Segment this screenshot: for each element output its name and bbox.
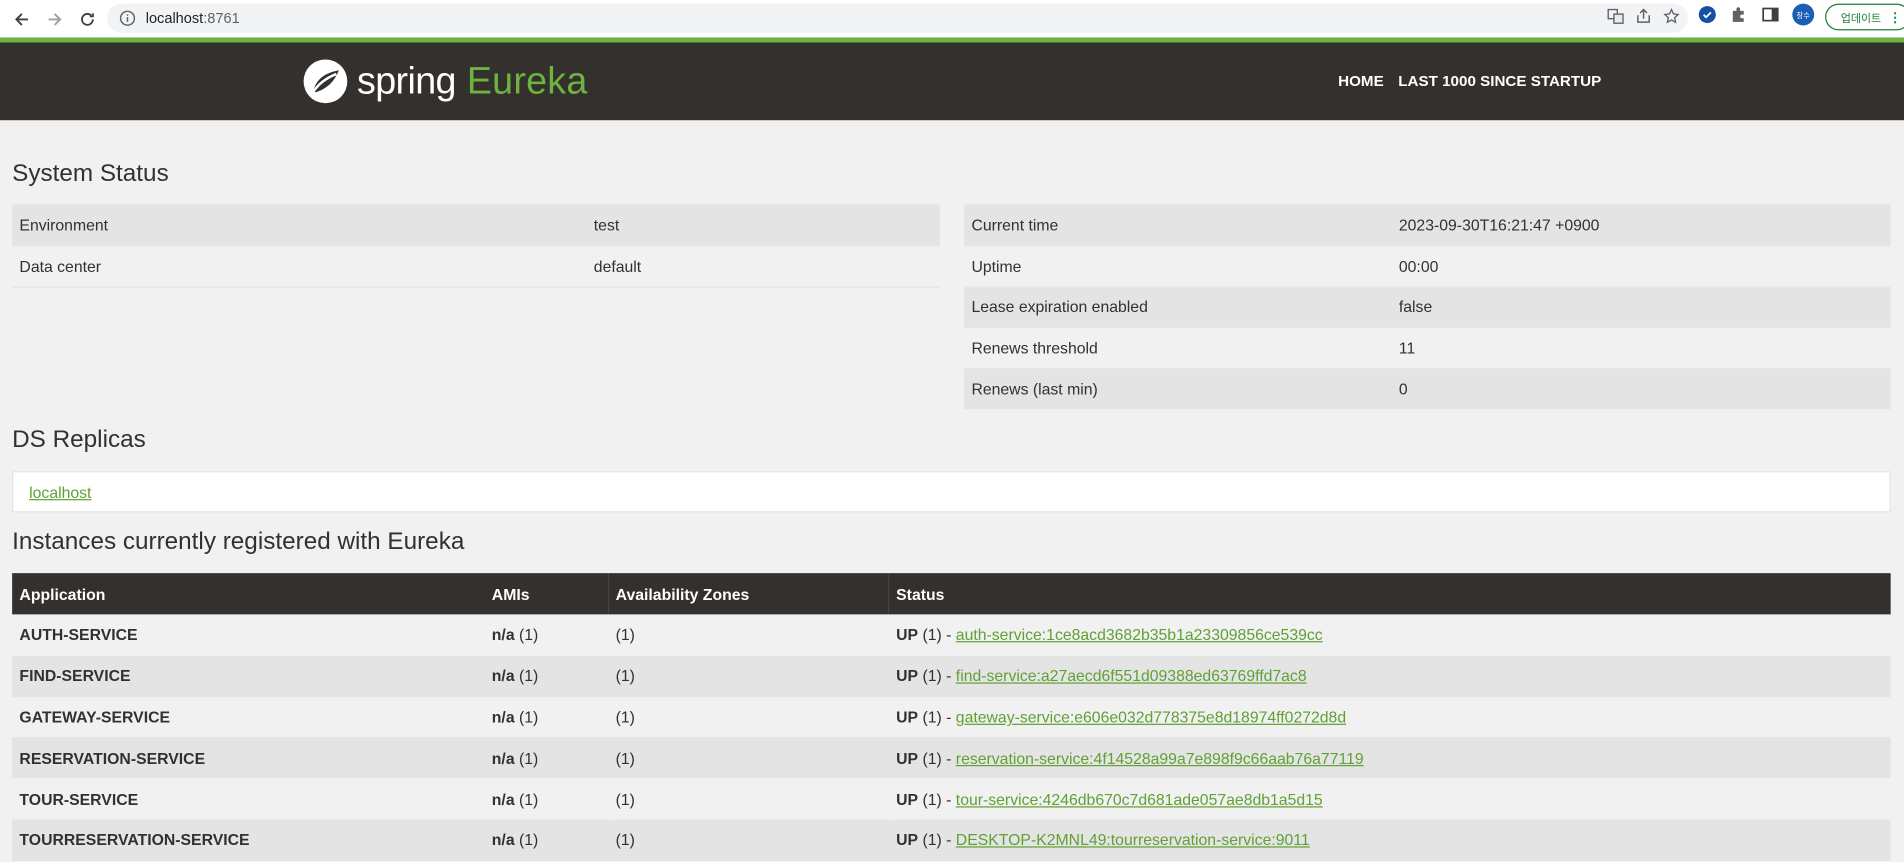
ds-replicas-heading: DS Replicas (12, 426, 146, 453)
address-bar[interactable]: localhost:8761 (106, 3, 1688, 33)
instance-link[interactable]: reservation-service:4f14528a99a7e898f9c6… (956, 749, 1364, 767)
app-name: GATEWAY-SERVICE (12, 696, 485, 738)
ami-cell: n/a (1) (484, 737, 609, 779)
zones-cell: (1) (608, 614, 889, 656)
instance-link[interactable]: gateway-service:e606e032d778375e8d18974f… (956, 708, 1346, 726)
zones-cell: (1) (608, 696, 889, 738)
status-cell: UP (1) - find-service:a27aecd6f551d09388… (888, 655, 1891, 697)
status-value: default (586, 245, 940, 288)
update-button[interactable]: 업데이트 ⋮ (1825, 3, 1904, 31)
status-value: 2023-09-30T16:21:47 +0900 (1391, 204, 1891, 246)
instances-heading: Instances currently registered with Eure… (12, 528, 465, 555)
update-label: 업데이트 (1840, 11, 1882, 24)
side-panel-icon[interactable] (1761, 5, 1780, 24)
bookmark-star-icon[interactable] (1662, 7, 1680, 25)
status-label: Current time (964, 204, 1392, 246)
status-label: Environment (12, 204, 587, 246)
table-header-row: Application AMIs Availability Zones Stat… (12, 573, 1891, 615)
status-value: test (586, 204, 940, 246)
zones-cell: (1) (608, 819, 889, 861)
brand-spring-text: spring (357, 59, 456, 103)
url-text: localhost:8761 (145, 9, 240, 27)
status-label: Renews threshold (964, 327, 1392, 369)
zones-cell: (1) (608, 778, 889, 820)
status-cell: UP (1) - reservation-service:4f14528a99a… (888, 737, 1891, 779)
status-value: 11 (1391, 327, 1891, 369)
ami-cell: n/a (1) (484, 696, 609, 738)
status-value: 0 (1391, 368, 1891, 410)
instance-link[interactable]: DESKTOP-K2MNL49:tourreservation-service:… (956, 831, 1310, 849)
table-row: TOUR-SERVICE n/a (1) (1) UP (1) - tour-s… (12, 778, 1891, 820)
table-row: RESERVATION-SERVICE n/a (1) (1) UP (1) -… (12, 737, 1891, 779)
table-row: GATEWAY-SERVICE n/a (1) (1) UP (1) - gat… (12, 696, 1891, 738)
status-row: Data center default (12, 245, 940, 288)
col-header-status: Status (888, 573, 1891, 615)
status-cell: UP (1) - auth-service:1ce8acd3682b35b1a2… (888, 614, 1891, 656)
browser-toolbar: localhost:8761 창수 업데이트 ⋮ (0, 0, 1904, 38)
nav-home-link[interactable]: HOME (1338, 73, 1384, 90)
translate-icon[interactable] (1607, 7, 1625, 25)
col-header-availability-zones: Availability Zones (608, 573, 889, 615)
table-row: AUTH-SERVICE n/a (1) (1) UP (1) - auth-s… (12, 614, 1891, 656)
col-header-application: Application (12, 573, 485, 615)
app-name: FIND-SERVICE (12, 655, 485, 697)
extension-check-icon[interactable] (1698, 5, 1717, 24)
status-label: Renews (last min) (964, 368, 1392, 410)
status-row: Current time 2023-09-30T16:21:47 +0900 (964, 204, 1891, 246)
status-row: Lease expiration enabled false (964, 286, 1891, 328)
spring-leaf-logo-icon (303, 59, 348, 104)
instance-link[interactable]: tour-service:4246db670c7d681ade057ae8db1… (956, 790, 1323, 808)
forward-arrow-icon[interactable] (39, 3, 71, 35)
system-status-heading: System Status (12, 160, 169, 188)
ami-cell: n/a (1) (484, 614, 609, 656)
status-cell: UP (1) - tour-service:4246db670c7d681ade… (888, 778, 1891, 820)
ami-cell: n/a (1) (484, 819, 609, 861)
table-row: FIND-SERVICE n/a (1) (1) UP (1) - find-s… (12, 655, 1891, 697)
reload-icon[interactable] (72, 3, 104, 35)
instance-link[interactable]: find-service:a27aecd6f551d09388ed63769ff… (956, 667, 1307, 685)
back-arrow-icon[interactable] (6, 3, 38, 35)
app-name: RESERVATION-SERVICE (12, 737, 485, 779)
ami-cell: n/a (1) (484, 778, 609, 820)
extensions-puzzle-icon[interactable] (1729, 5, 1748, 24)
status-value: 00:00 (1391, 245, 1891, 287)
menu-dots-icon[interactable]: ⋮ (1888, 9, 1901, 25)
table-row: TOURRESERVATION-SERVICE n/a (1) (1) UP (… (12, 819, 1891, 861)
status-row: Renews threshold 11 (964, 327, 1891, 369)
replica-link-localhost[interactable]: localhost (29, 483, 91, 501)
app-name: TOUR-SERVICE (12, 778, 485, 820)
app-name: TOURRESERVATION-SERVICE (12, 819, 485, 861)
ds-replicas-list: localhost (12, 471, 1891, 513)
system-status-left-table: Environment test Data center default (12, 204, 940, 288)
status-row: Uptime 00:00 (964, 245, 1891, 287)
nav-links: HOME LAST 1000 SINCE STARTUP (1338, 73, 1601, 90)
profile-avatar[interactable]: 창수 (1792, 3, 1815, 26)
zones-cell: (1) (608, 655, 889, 697)
system-status-right-table: Current time 2023-09-30T16:21:47 +0900 U… (964, 204, 1891, 410)
col-header-amis: AMIs (484, 573, 609, 615)
status-value: false (1391, 286, 1891, 328)
status-cell: UP (1) - gateway-service:e606e032d778375… (888, 696, 1891, 738)
share-icon[interactable] (1634, 7, 1652, 25)
nav-last-1000-link[interactable]: LAST 1000 SINCE STARTUP (1398, 73, 1601, 90)
status-row: Renews (last min) 0 (964, 368, 1891, 410)
status-label: Data center (12, 245, 587, 288)
status-label: Lease expiration enabled (964, 286, 1392, 328)
zones-cell: (1) (608, 737, 889, 779)
status-cell: UP (1) - DESKTOP-K2MNL49:tourreservation… (888, 819, 1891, 861)
status-row: Environment test (12, 204, 940, 246)
status-label: Uptime (964, 245, 1392, 287)
site-info-icon[interactable] (119, 10, 136, 27)
eureka-navbar: spring Eureka HOME LAST 1000 SINCE START… (0, 37, 1904, 121)
ami-cell: n/a (1) (484, 655, 609, 697)
instances-table: Application AMIs Availability Zones Stat… (12, 573, 1891, 861)
instance-link[interactable]: auth-service:1ce8acd3682b35b1a23309856ce… (956, 626, 1323, 644)
spring-eureka-logo[interactable]: spring Eureka (302, 58, 587, 104)
brand-eureka-text: Eureka (466, 59, 588, 103)
app-name: AUTH-SERVICE (12, 614, 485, 656)
